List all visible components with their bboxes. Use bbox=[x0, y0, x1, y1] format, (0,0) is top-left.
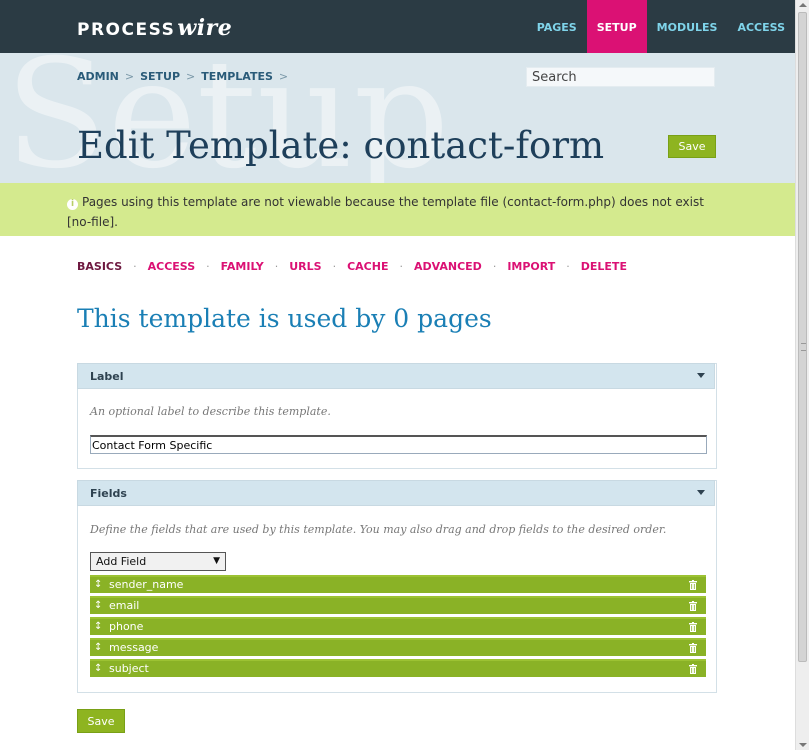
field-name: subject bbox=[109, 662, 149, 675]
tab-separator: · bbox=[492, 260, 497, 273]
nav-setup[interactable]: SETUP bbox=[586, 0, 647, 53]
info-icon: i bbox=[67, 199, 78, 210]
tab-cache[interactable]: CACHE bbox=[347, 260, 388, 274]
label-panel-title: Label bbox=[90, 370, 124, 383]
logo-text-process: PROCESS bbox=[77, 20, 176, 40]
field-name: sender_name bbox=[109, 578, 184, 591]
tab-separator: · bbox=[399, 260, 403, 273]
tab-separator: · bbox=[566, 260, 570, 273]
logo-text-wire: wire bbox=[177, 15, 233, 41]
breadcrumb-templates[interactable]: TEMPLATES bbox=[201, 70, 273, 83]
tab-advanced[interactable]: ADVANCED bbox=[414, 260, 482, 274]
breadcrumb-separator: > bbox=[186, 70, 196, 83]
tab-bar: BASICS · ACCESS · FAMILY · URLS · CACHE … bbox=[77, 260, 627, 274]
field-name: message bbox=[109, 641, 159, 654]
field-item-subject[interactable]: ↕ subject bbox=[90, 659, 706, 677]
save-button-bottom[interactable]: Save bbox=[77, 709, 125, 733]
scroll-down-icon[interactable] bbox=[799, 743, 807, 747]
page-title: Edit Template: contact-form bbox=[77, 124, 605, 167]
drag-handle-icon[interactable]: ↕ bbox=[94, 577, 102, 593]
breadcrumb-admin[interactable]: ADMIN bbox=[77, 70, 119, 83]
page-header: Setup ADMIN > SETUP > TEMPLATES > Edit T… bbox=[0, 53, 795, 183]
usage-heading: This template is used by 0 pages bbox=[77, 304, 492, 333]
masthead: PROCESS wire PAGES SETUP MODULES ACCESS bbox=[0, 0, 795, 53]
trash-icon[interactable] bbox=[689, 580, 697, 590]
breadcrumb: ADMIN > SETUP > TEMPLATES > bbox=[77, 70, 294, 83]
field-item-message[interactable]: ↕ message bbox=[90, 638, 706, 656]
scroll-grip-icon bbox=[801, 343, 806, 351]
scroll-up-icon[interactable] bbox=[799, 3, 807, 7]
drag-handle-icon[interactable]: ↕ bbox=[94, 619, 102, 635]
drag-handle-icon[interactable]: ↕ bbox=[94, 598, 102, 614]
trash-icon[interactable] bbox=[689, 601, 697, 611]
top-nav: PAGES SETUP MODULES ACCESS bbox=[527, 0, 795, 53]
tab-access[interactable]: ACCESS bbox=[148, 260, 196, 274]
nav-modules[interactable]: MODULES bbox=[647, 0, 728, 53]
breadcrumb-separator: > bbox=[278, 70, 289, 83]
scrollbar[interactable] bbox=[795, 0, 809, 750]
dropdown-arrow-icon: ▼ bbox=[213, 556, 220, 566]
trash-icon[interactable] bbox=[689, 664, 697, 674]
notice-bar: i Pages using this template are not viewa… bbox=[0, 183, 795, 236]
nav-pages[interactable]: PAGES bbox=[527, 0, 587, 53]
tab-separator: · bbox=[274, 260, 279, 273]
collapse-toggle-icon[interactable] bbox=[697, 490, 705, 495]
logo[interactable]: PROCESS wire bbox=[77, 15, 232, 41]
notice-text: Pages using this template are not viewab… bbox=[67, 195, 704, 229]
scrollbar-thumb[interactable] bbox=[798, 12, 807, 662]
fields-panel-title: Fields bbox=[90, 487, 127, 500]
field-list: ↕ sender_name ↕ email ↕ phone ↕ message … bbox=[90, 575, 706, 680]
collapse-toggle-icon[interactable] bbox=[697, 373, 705, 378]
tab-separator: · bbox=[332, 260, 337, 273]
fields-panel-header[interactable]: Fields bbox=[77, 480, 715, 506]
drag-handle-icon[interactable]: ↕ bbox=[94, 640, 102, 656]
fields-description: Define the fields that are used by this … bbox=[90, 523, 667, 536]
tab-separator: · bbox=[206, 260, 210, 273]
tab-delete[interactable]: DELETE bbox=[581, 260, 627, 274]
add-field-label: Add Field bbox=[96, 555, 147, 568]
breadcrumb-separator: > bbox=[124, 70, 135, 83]
field-name: phone bbox=[109, 620, 144, 633]
label-description: An optional label to describe this templ… bbox=[90, 405, 331, 418]
label-panel-header[interactable]: Label bbox=[77, 363, 715, 389]
search-input[interactable] bbox=[526, 67, 715, 87]
add-field-select[interactable]: Add Field ▼ bbox=[90, 552, 226, 571]
notice-message: i Pages using this template are not viewa… bbox=[67, 192, 717, 232]
nav-access[interactable]: ACCESS bbox=[727, 0, 795, 53]
tab-separator: · bbox=[133, 260, 137, 273]
field-item-email[interactable]: ↕ email bbox=[90, 596, 706, 614]
trash-icon[interactable] bbox=[689, 643, 697, 653]
tab-urls[interactable]: URLS bbox=[289, 260, 321, 274]
label-input[interactable] bbox=[90, 435, 707, 454]
field-name: email bbox=[109, 599, 140, 612]
breadcrumb-setup[interactable]: SETUP bbox=[140, 70, 180, 83]
save-button-top[interactable]: Save bbox=[668, 135, 716, 158]
tab-basics[interactable]: BASICS bbox=[77, 260, 122, 274]
field-item-sender-name[interactable]: ↕ sender_name bbox=[90, 575, 706, 593]
drag-handle-icon[interactable]: ↕ bbox=[94, 661, 102, 677]
tab-family[interactable]: FAMILY bbox=[221, 260, 264, 274]
tab-import[interactable]: IMPORT bbox=[507, 260, 555, 274]
field-item-phone[interactable]: ↕ phone bbox=[90, 617, 706, 635]
trash-icon[interactable] bbox=[689, 622, 697, 632]
